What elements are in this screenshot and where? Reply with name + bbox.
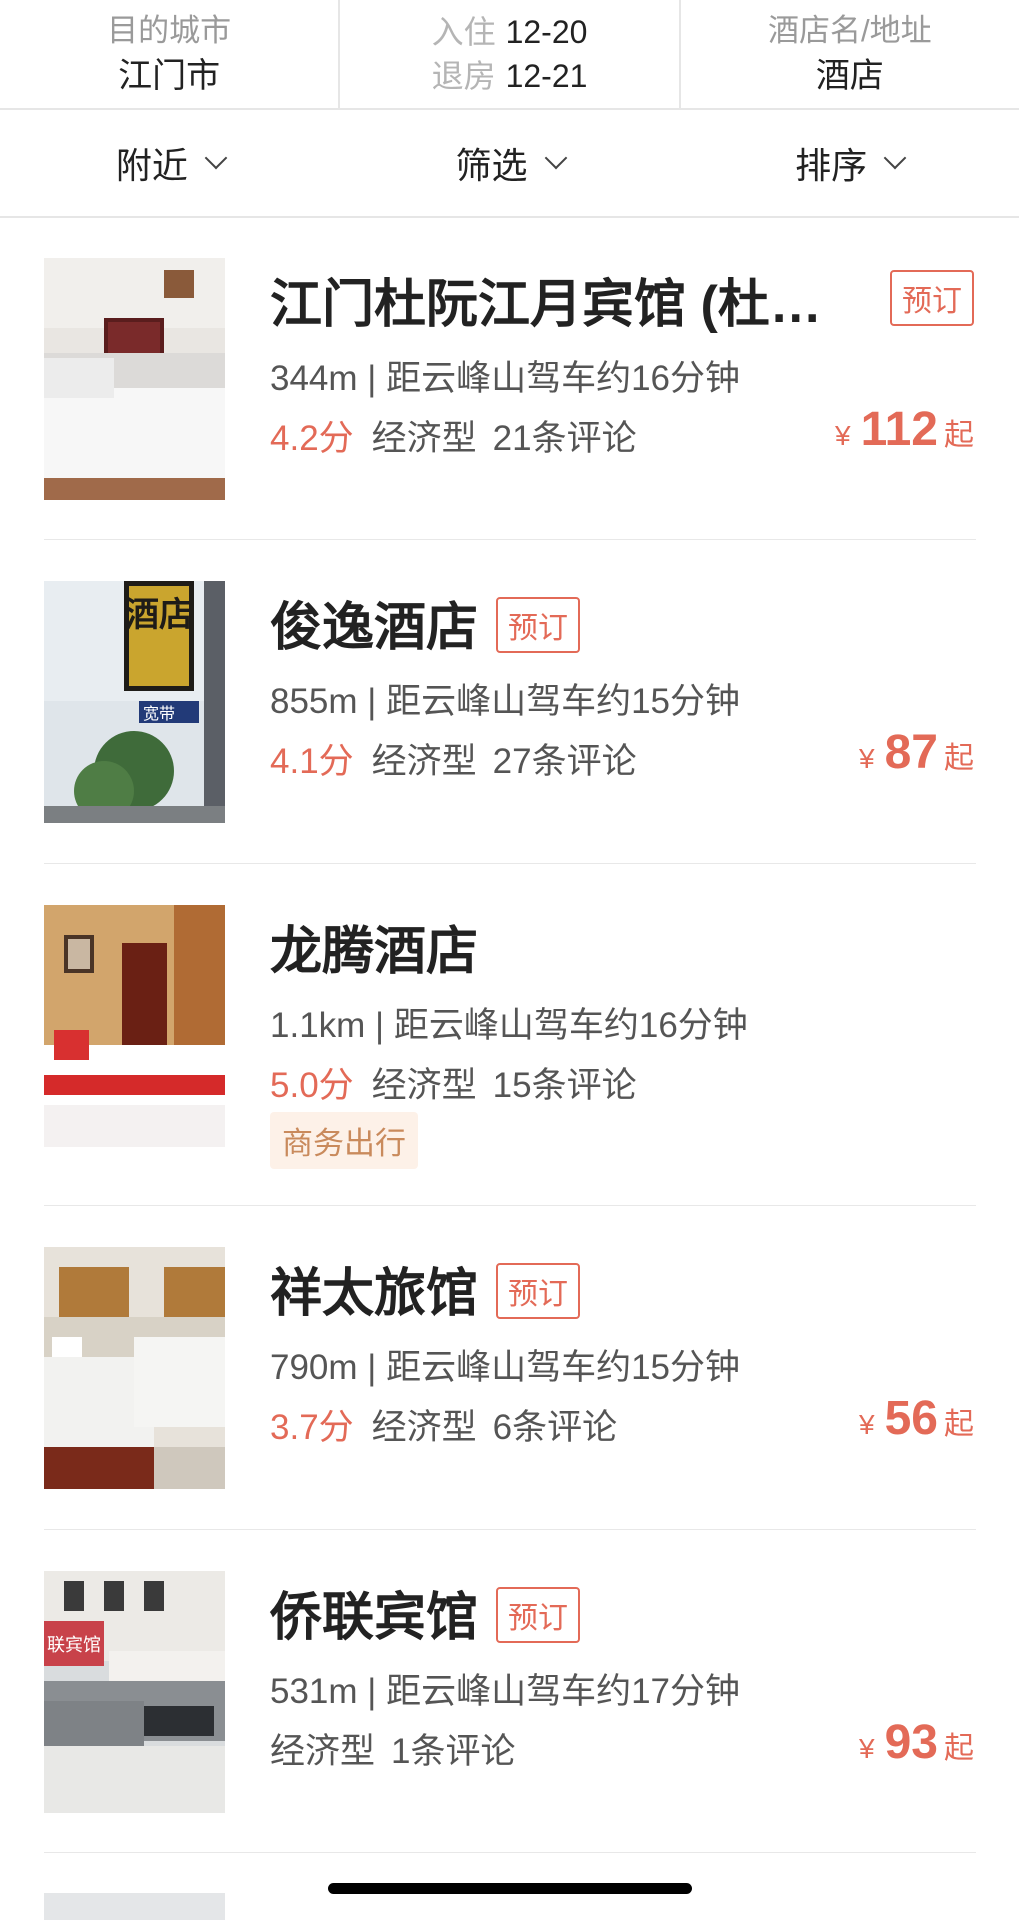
hotel-type: 经济型	[371, 1408, 477, 1447]
price-suffix: 起	[944, 419, 974, 452]
filter-sort-label: 排序	[795, 145, 868, 186]
price-suffix: 起	[944, 1408, 974, 1441]
hotel-score: 4.2分	[270, 419, 354, 458]
hotel-distance: 1.1km | 距云峰山驾车约16分钟	[270, 1006, 748, 1045]
filter-screen[interactable]: 筛选	[340, 110, 680, 216]
hotel-card[interactable]: 酒店 宽带 俊逸酒店 预订 855m | 距云峰山驾车约15分钟 4.1分 经济型 2…	[0, 581, 1019, 861]
hotel-reviews: 1条评论	[391, 1732, 516, 1771]
home-indicator[interactable]	[328, 1883, 692, 1894]
search-header: 目的城市 江门市 入住 12-20 退房 12-21 酒店名/地址 酒店	[0, 0, 1019, 110]
hotel-card[interactable]: 祥太旅馆 预订 790m | 距云峰山驾车约15分钟 3.7分 经济型 6条评论 ¥5…	[0, 1247, 1019, 1527]
filter-sort[interactable]: 排序	[679, 110, 1019, 216]
hotel-meta: 5.0分 经济型 15条评论	[270, 1057, 637, 1108]
sign-text: 酒店	[125, 595, 193, 635]
book-tag: 预订	[890, 270, 974, 326]
checkout-label: 退房	[431, 58, 496, 94]
filter-nearby[interactable]: 附近	[0, 110, 340, 216]
filter-screen-label: 筛选	[455, 145, 528, 186]
checkout-value: 12-21	[505, 58, 588, 94]
hotel-meta: 4.2分 经济型 21条评论	[270, 410, 637, 461]
price-value: 93	[884, 1716, 938, 1769]
hotel-score: 5.0分	[270, 1066, 354, 1105]
price-currency: ¥	[834, 420, 851, 451]
price-value: 56	[884, 1392, 938, 1445]
hotel-name-text: 俊逸酒店	[270, 599, 479, 657]
hotel-name-text: 龙腾酒店	[270, 923, 479, 981]
city-value: 江门市	[118, 57, 221, 95]
hotel-price: ¥112 起	[835, 402, 974, 457]
hotel-distance: 344m | 距云峰山驾车约16分钟	[270, 359, 741, 398]
keyword-search[interactable]: 酒店名/地址 酒店	[681, 0, 1019, 108]
hotel-distance: 790m | 距云峰山驾车约15分钟	[270, 1348, 741, 1387]
sign-text: 宽带	[143, 704, 175, 723]
hotel-photo	[44, 258, 225, 500]
hotel-price: ¥93 起	[859, 1715, 974, 1770]
hotel-name-text: 侨联宾馆	[270, 1589, 479, 1647]
divider	[44, 1852, 976, 1853]
divider	[44, 863, 976, 864]
hotel-name-text: 江门杜阮江月宾馆 (杜…	[270, 276, 822, 334]
hotel-reviews: 27条评论	[492, 742, 637, 781]
hotel-reviews: 15条评论	[492, 1066, 637, 1105]
hotel-score: 4.1分	[270, 742, 354, 781]
hotel-type: 经济型	[371, 742, 477, 781]
hotel-price: ¥87 起	[859, 725, 974, 780]
hotel-card[interactable]: 龙腾酒店 1.1km | 距云峰山驾车约16分钟 5.0分 经济型 15条评论 商务…	[0, 905, 1019, 1205]
checkin-label: 入住	[431, 14, 496, 50]
hotel-meta: 经济型 1条评论	[270, 1723, 515, 1774]
chevron-down-icon	[883, 146, 907, 170]
price-suffix: 起	[944, 742, 974, 775]
hotel-type: 经济型	[270, 1732, 376, 1771]
city-selector[interactable]: 目的城市 江门市	[0, 0, 341, 108]
date-selector[interactable]: 入住 12-20 退房 12-21	[340, 0, 681, 108]
sign-text: 联宾馆	[47, 1635, 101, 1656]
feature-badge: 商务出行	[270, 1112, 418, 1169]
hotel-photo	[44, 905, 225, 1147]
hotel-card[interactable]: 联宾馆 侨联宾馆 预订 531m | 距云峰山驾车约17分钟 经济型 1条评论 ¥9…	[0, 1571, 1019, 1851]
divider	[44, 539, 976, 540]
price-value: 87	[884, 726, 938, 779]
chevron-down-icon	[204, 146, 228, 170]
hotel-name[interactable]: 俊逸酒店 预订	[270, 585, 581, 660]
book-tag: 预订	[496, 597, 581, 654]
chevron-down-icon	[544, 146, 567, 170]
hotel-reviews: 21条评论	[492, 419, 637, 458]
keyword-value: 酒店	[815, 57, 884, 95]
hotel-name-text: 祥太旅馆	[270, 1265, 479, 1323]
hotel-photo: 酒店 宽带	[44, 581, 225, 823]
hotel-photo-partial	[44, 1893, 225, 1920]
divider	[44, 1529, 976, 1530]
hotel-name[interactable]: 侨联宾馆 预订	[270, 1575, 581, 1650]
price-currency: ¥	[859, 1409, 875, 1440]
filter-nearby-label: 附近	[115, 145, 188, 186]
hotel-type: 经济型	[371, 419, 477, 458]
book-tag: 预订	[496, 1587, 581, 1644]
hotel-price: ¥56 起	[859, 1391, 974, 1446]
filter-bar: 附近 筛选 排序	[0, 110, 1019, 218]
book-tag: 预订	[496, 1263, 581, 1320]
price-value: 112	[860, 403, 938, 456]
keyword-label: 酒店名/地址	[768, 13, 932, 48]
checkin-value: 12-20	[505, 14, 588, 50]
hotel-distance: 531m | 距云峰山驾车约17分钟	[270, 1672, 741, 1711]
checkin-row: 入住 12-20	[432, 10, 588, 54]
hotel-photo	[44, 1247, 225, 1489]
hotel-meta: 4.1分 经济型 27条评论	[270, 733, 637, 784]
hotel-score: 3.7分	[270, 1408, 354, 1447]
divider	[44, 1205, 976, 1206]
checkout-row: 退房 12-21	[432, 54, 588, 98]
price-currency: ¥	[859, 743, 875, 774]
hotel-name[interactable]: 龙腾酒店	[270, 909, 478, 984]
hotel-meta: 3.7分 经济型 6条评论	[270, 1399, 617, 1450]
price-currency: ¥	[859, 1733, 875, 1764]
price-suffix: 起	[944, 1732, 974, 1765]
hotel-name[interactable]: 祥太旅馆 预订	[270, 1251, 581, 1326]
hotel-name[interactable]: 江门杜阮江月宾馆 (杜…	[270, 262, 822, 337]
city-label: 目的城市	[107, 13, 232, 48]
hotel-distance: 855m | 距云峰山驾车约15分钟	[270, 682, 741, 721]
hotel-photo: 联宾馆	[44, 1571, 225, 1813]
hotel-reviews: 6条评论	[492, 1408, 618, 1447]
hotel-type: 经济型	[371, 1066, 477, 1105]
hotel-card[interactable]: 江门杜阮江月宾馆 (杜… 预订 344m | 距云峰山驾车约16分钟 4.2分经…	[0, 258, 1019, 538]
